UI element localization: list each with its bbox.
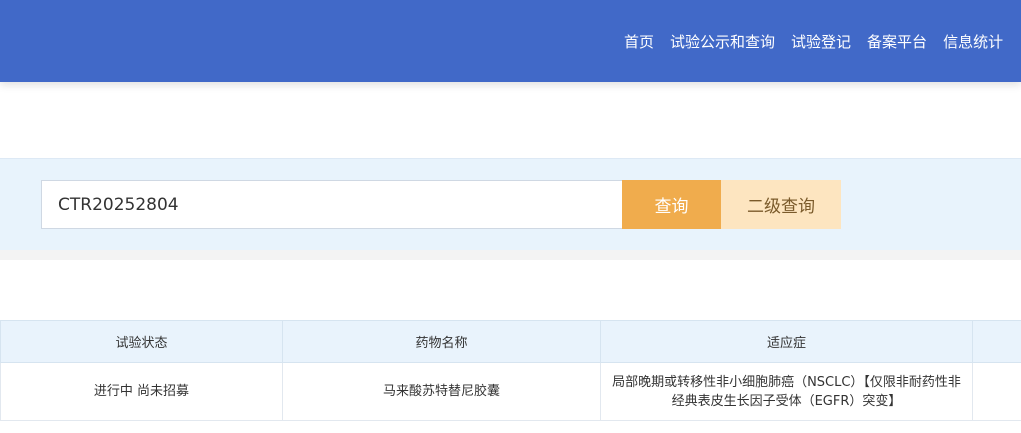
table-header-row: 试验状态 药物名称 适应症 <box>0 320 1021 363</box>
nav-filing-platform[interactable]: 备案平台 <box>867 32 927 52</box>
nav-trial-registration[interactable]: 试验登记 <box>791 32 851 52</box>
query-button[interactable]: 查询 <box>622 180 721 229</box>
search-band: 查询 二级查询 <box>0 158 1021 250</box>
main-nav: 首页 试验公示和查询 试验登记 备案平台 信息统计 <box>624 32 1019 52</box>
col-header-extra <box>972 320 1021 363</box>
top-header: 首页 试验公示和查询 试验登记 备案平台 信息统计 <box>0 0 1021 82</box>
col-header-drug-name: 药物名称 <box>282 320 601 363</box>
cell-drug-name[interactable]: 马来酸苏特替尼胶囊 <box>282 362 601 421</box>
search-input[interactable] <box>41 180 623 229</box>
cell-extra <box>972 362 1021 421</box>
advanced-query-button[interactable]: 二级查询 <box>721 180 841 229</box>
nav-statistics[interactable]: 信息统计 <box>943 32 1003 52</box>
col-header-indication: 适应症 <box>600 320 973 363</box>
cell-indication: 局部晚期或转移性非小细胞肺癌（NSCLC）【仅限非耐药性非经典表皮生长因子受体（… <box>600 362 973 421</box>
col-header-status: 试验状态 <box>0 320 283 363</box>
search-band-divider <box>0 250 1021 260</box>
nav-trial-query[interactable]: 试验公示和查询 <box>670 32 775 52</box>
table-row[interactable]: 进行中 尚未招募 马来酸苏特替尼胶囊 局部晚期或转移性非小细胞肺癌（NSCLC）… <box>0 362 1021 421</box>
nav-home[interactable]: 首页 <box>624 32 654 52</box>
results-table: 试验状态 药物名称 适应症 进行中 尚未招募 马来酸苏特替尼胶囊 局部晚期或转移… <box>0 320 1021 421</box>
cell-status: 进行中 尚未招募 <box>0 362 283 421</box>
